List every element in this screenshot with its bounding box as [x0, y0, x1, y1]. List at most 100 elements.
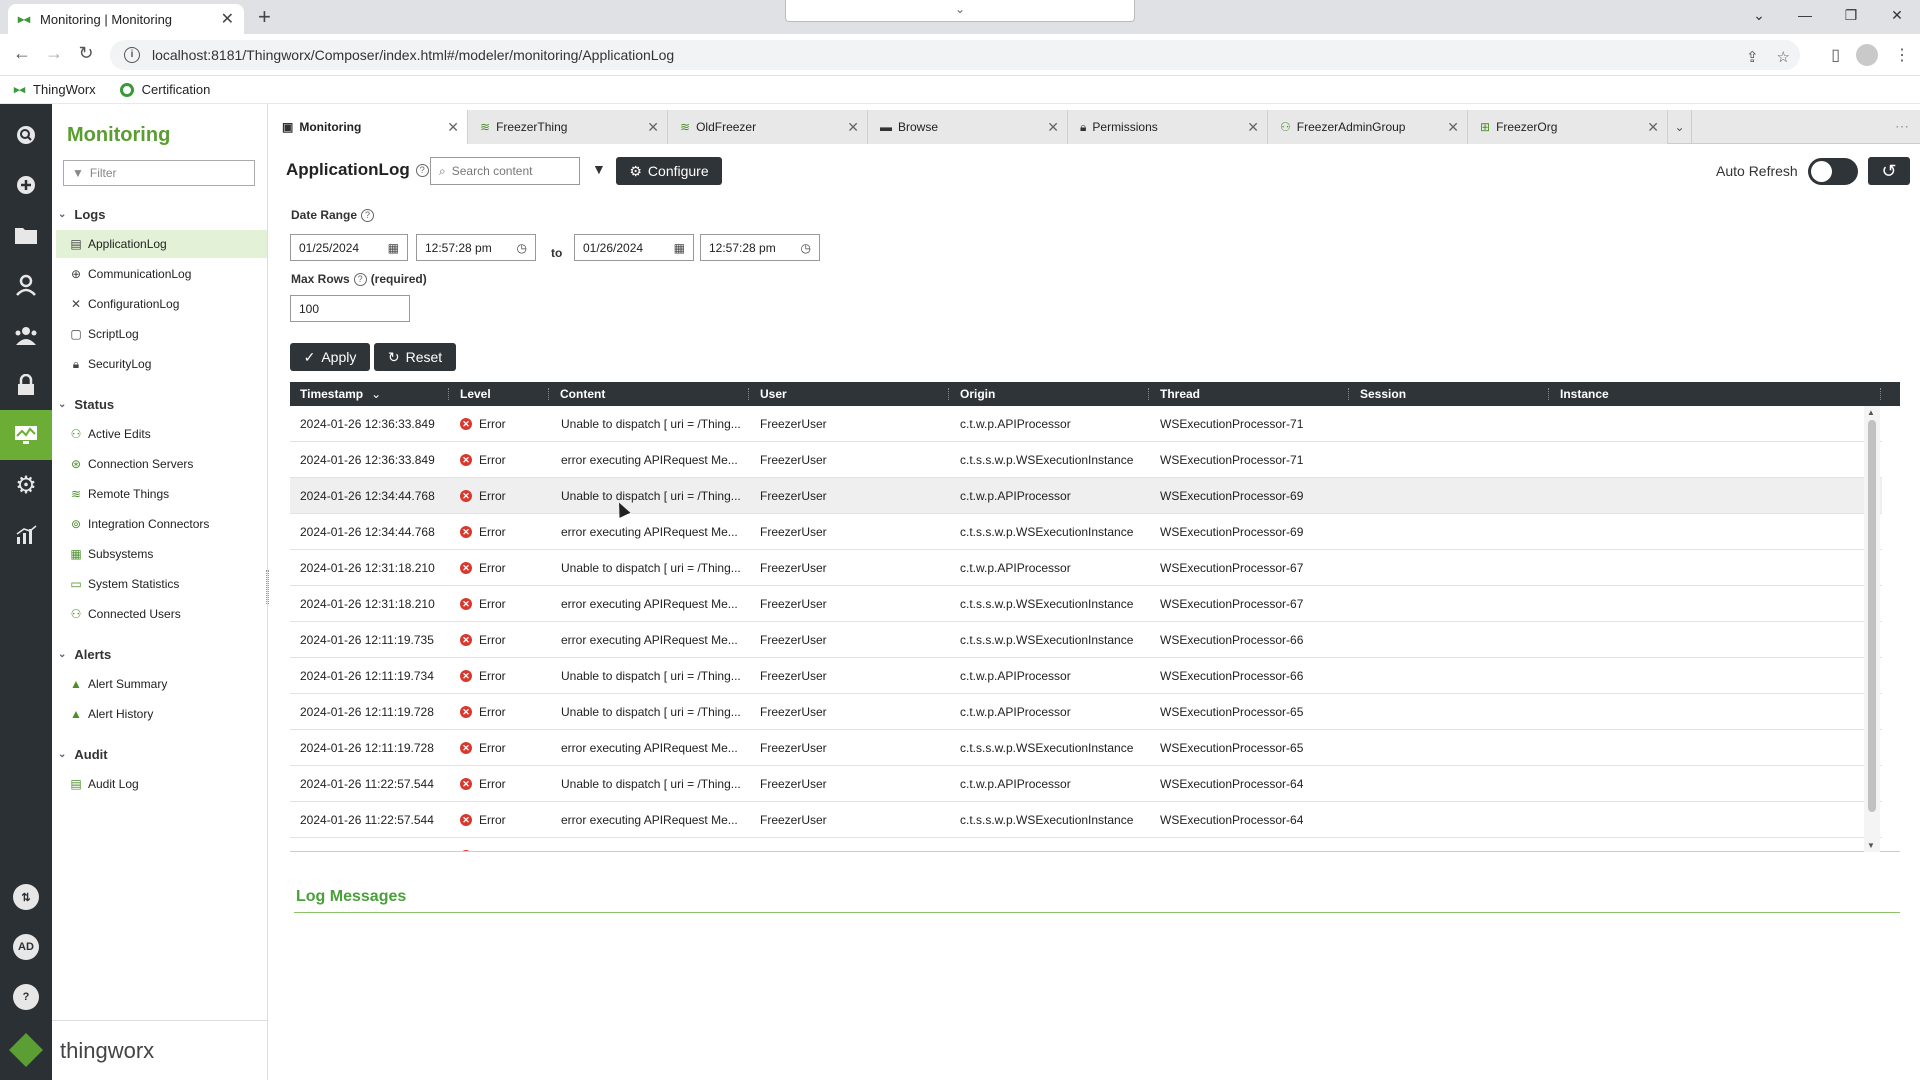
gear-icon[interactable]: ⚙ — [0, 460, 52, 510]
clock-icon[interactable]: ◷ — [801, 241, 811, 255]
column-header-origin[interactable]: Origin — [960, 382, 995, 406]
close-icon[interactable]: ✕ — [1047, 119, 1059, 136]
close-icon[interactable]: ✕ — [1647, 119, 1659, 136]
nav-section-logs[interactable]: ⌄ Logs — [52, 200, 267, 228]
table-row[interactable]: 2024-01-26 12:36:33.849 ✕ Error Unable to d… — [290, 406, 1882, 442]
reset-button[interactable]: ↻ Reset — [374, 343, 456, 371]
calendar-icon[interactable]: ▦ — [674, 241, 685, 255]
column-header-user[interactable]: User — [760, 382, 787, 406]
calendar-icon[interactable]: ▦ — [388, 241, 399, 255]
tab-freezerorg[interactable]: ⊞ FreezerOrg ✕ — [1468, 110, 1668, 144]
close-tab-icon[interactable]: ✕ — [221, 9, 234, 29]
nav-section-status[interactable]: ⌄ Status — [52, 390, 267, 418]
panel-splitter[interactable] — [266, 570, 269, 604]
network-icon[interactable] — [0, 260, 52, 310]
bookmark-star-icon[interactable]: ☆ — [1777, 48, 1790, 66]
tab-list-icon[interactable]: ⌄ — [1736, 7, 1782, 24]
table-row[interactable]: 2024-01-26 12:34:44.768 ✕ Error error execu… — [290, 514, 1882, 550]
tab-permissions[interactable]: 🔒︎ Permissions ✕ — [1068, 110, 1268, 144]
clock-icon[interactable]: ◷ — [517, 241, 527, 255]
nav-section-audit[interactable]: ⌄ Audit — [52, 740, 267, 768]
refresh-button[interactable]: ↺ — [1868, 157, 1910, 185]
column-header-level[interactable]: Level — [460, 382, 491, 406]
column-header-instance[interactable]: Instance — [1560, 382, 1609, 406]
nav-item-configurationlog[interactable]: ✕ ConfigurationLog — [56, 290, 267, 318]
tab-freezerthing[interactable]: ≋ FreezerThing ✕ — [468, 110, 668, 144]
help-icon[interactable]: ? — [361, 208, 375, 222]
folder-icon[interactable] — [0, 210, 52, 260]
share-icon[interactable]: ⇪ — [1746, 48, 1759, 66]
nav-item-communicationlog[interactable]: ⊕ CommunicationLog — [56, 260, 267, 288]
auto-refresh-toggle[interactable] — [1808, 158, 1858, 185]
back-icon[interactable]: ← — [10, 43, 34, 64]
end-time-field[interactable]: 12:57:28 pm ◷ — [700, 234, 820, 261]
import-export-icon[interactable]: ⇅ — [0, 872, 52, 922]
site-info-icon[interactable]: i — [124, 47, 140, 63]
column-separator[interactable] — [1348, 388, 1349, 400]
scroll-up-icon[interactable]: ▲ — [1867, 408, 1875, 417]
new-tab-button[interactable]: + — [258, 6, 271, 28]
nav-item-alert-history[interactable]: ▲ Alert History — [56, 700, 267, 728]
nav-item-integration-connectors[interactable]: ⊚ Integration Connectors — [56, 510, 267, 538]
column-separator[interactable] — [748, 388, 749, 400]
nav-item-connection-servers[interactable]: ⊛ Connection Servers — [56, 450, 267, 478]
close-icon[interactable]: ✕ — [1447, 119, 1459, 136]
chrome-menu-icon[interactable]: ⋮ — [1894, 45, 1910, 65]
bookmark-certification[interactable]: Certification — [119, 82, 210, 97]
help-icon[interactable]: ? — [353, 272, 367, 286]
forward-icon[interactable]: → — [42, 43, 66, 64]
nav-item-securitylog[interactable]: 🔒︎ SecurityLog — [56, 350, 267, 378]
nav-filter-input[interactable]: ▼ Filter — [63, 160, 255, 186]
nav-item-subsystems[interactable]: ▦ Subsystems — [56, 540, 267, 568]
column-separator[interactable] — [948, 388, 949, 400]
tab-monitoring[interactable]: ▣ Monitoring ✕ — [270, 110, 468, 144]
close-icon[interactable]: ✕ — [447, 119, 459, 136]
table-row[interactable]: 2024-01-26 12:31:18.210 ✕ Error Unable to d… — [290, 550, 1882, 586]
column-header-timestamp[interactable]: Timestamp ⌄ — [300, 382, 381, 406]
table-row[interactable]: 2024-01-26 12:36:33.849 ✕ Error error execu… — [290, 442, 1882, 478]
address-bar[interactable]: i localhost:8181/Thingworx/Composer/inde… — [110, 40, 1800, 70]
tab-browse[interactable]: ▬ Browse ✕ — [868, 110, 1068, 144]
nav-item-alert-summary[interactable]: ▲ Alert Summary — [56, 670, 267, 698]
browser-tab[interactable]: ▸◂ Monitoring | Monitoring ✕ — [8, 4, 244, 34]
table-row[interactable]: 2024-01-26 12:11:19.735 ✕ Error error execu… — [290, 622, 1882, 658]
end-date-field[interactable]: 01/26/2024 ▦ — [574, 234, 694, 261]
table-row[interactable]: 2024-01-26 11:22:57.544 ✕ Error error execu… — [290, 802, 1882, 838]
table-row[interactable]: 2024-01-26 12:31:18.210 ✕ Error error execu… — [290, 586, 1882, 622]
nav-item-active-edits[interactable]: ⚇ Active Edits — [56, 420, 267, 448]
nav-item-scriptlog[interactable]: ▢ ScriptLog — [56, 320, 267, 348]
table-row[interactable]: 2024-01-26 12:11:19.728 ✕ Error Unable to d… — [290, 694, 1882, 730]
column-separator[interactable] — [1880, 388, 1881, 400]
bookmark-thingworx[interactable]: ▸◂ ThingWorx — [14, 82, 96, 97]
column-separator[interactable] — [448, 388, 449, 400]
tab-overflow-dropdown[interactable]: ⌄ — [1668, 110, 1692, 144]
tab-freezeradmingroup[interactable]: ⚇ FreezerAdminGroup ✕ — [1268, 110, 1468, 144]
close-window-icon[interactable]: ✕ — [1874, 7, 1920, 24]
minimize-icon[interactable]: — — [1782, 7, 1828, 23]
search-input[interactable]: ⌕ Search content — [430, 157, 580, 185]
table-row[interactable]: 2024-01-26 11:22:57.544 ✕ Error Unable to d… — [290, 766, 1882, 802]
nav-item-applicationlog[interactable]: ▤ ApplicationLog — [56, 230, 267, 258]
users-icon[interactable] — [0, 310, 52, 360]
configure-button[interactable]: ⚙ Configure — [616, 157, 722, 185]
nav-item-remote-things[interactable]: ≋ Remote Things — [56, 480, 267, 508]
start-time-field[interactable]: 12:57:28 pm ◷ — [416, 234, 536, 261]
column-header-thread[interactable]: Thread — [1160, 382, 1200, 406]
table-row[interactable]: 2024-01-26 12:11:19.734 ✕ Error Unable to d… — [290, 658, 1882, 694]
table-row[interactable]: 2024-01-26 11:22:57.470 ✕ Error error execu… — [290, 838, 1882, 851]
restore-icon[interactable]: ❐ — [1828, 7, 1874, 24]
scrollbar-thumb[interactable] — [1868, 420, 1876, 812]
help-icon[interactable]: ? — [415, 163, 429, 177]
column-separator[interactable] — [548, 388, 549, 400]
scroll-down-icon[interactable]: ▼ — [1867, 841, 1875, 850]
start-date-field[interactable]: 01/25/2024 ▦ — [290, 234, 408, 261]
column-header-content[interactable]: Content — [560, 382, 605, 406]
help-icon[interactable]: ? — [0, 972, 52, 1022]
column-separator[interactable] — [1548, 388, 1549, 400]
close-icon[interactable]: ✕ — [847, 119, 859, 136]
search-icon[interactable] — [0, 110, 52, 160]
profile-avatar[interactable] — [1856, 44, 1878, 66]
filter-icon[interactable]: ▼ — [592, 161, 606, 177]
add-icon[interactable] — [0, 160, 52, 210]
close-icon[interactable]: ✕ — [647, 119, 659, 136]
